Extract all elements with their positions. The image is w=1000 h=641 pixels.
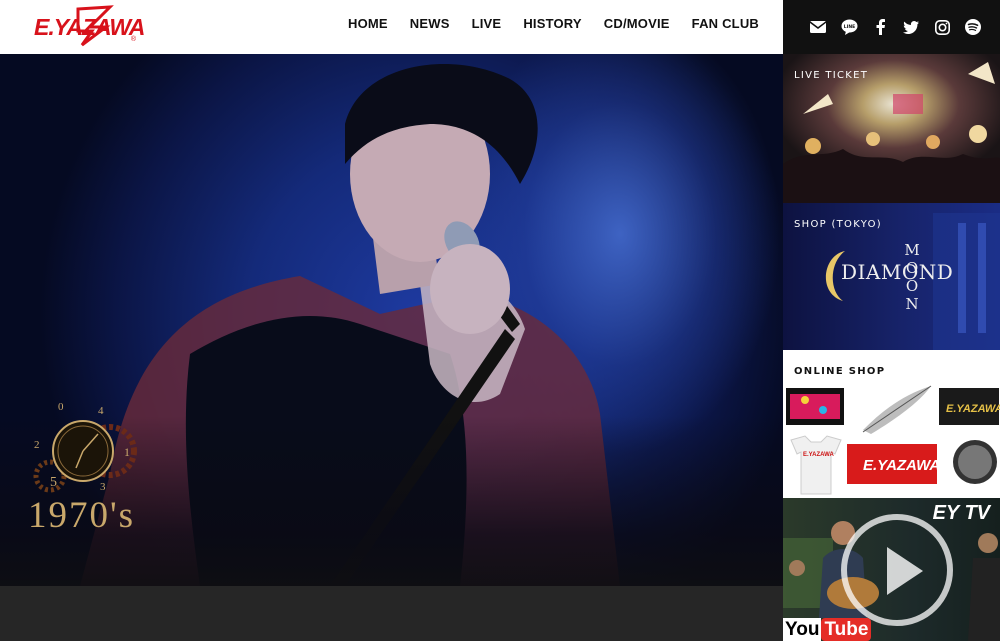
nav-history[interactable]: HISTORY xyxy=(523,16,581,31)
era-label: 1970's xyxy=(28,495,136,536)
clock-icon[interactable]: 0 1 2 3 4 5 xyxy=(28,396,148,506)
main-nav: HOME NEWS LIVE HISTORY CD/MOVIE FAN CLUB xyxy=(326,16,759,31)
hero-banner[interactable]: 0 1 2 3 4 5 1970's xyxy=(0,54,783,586)
live-ticket-label: LIVE TICKET xyxy=(794,70,869,81)
nav-news[interactable]: NEWS xyxy=(410,16,450,31)
clock-num-4: 4 xyxy=(98,405,104,417)
clock-num-3: 3 xyxy=(100,481,106,493)
clock-num-1: 1 xyxy=(124,445,130,459)
online-shop-panel[interactable]: ONLINE SHOP E.YAZAWA E.YAZAWA E.YAZAWA xyxy=(783,350,1000,498)
product-text-2: E.YAZAWA xyxy=(863,457,941,474)
line-icon[interactable]: LINE xyxy=(839,17,859,37)
mail-icon[interactable] xyxy=(808,17,828,37)
registered-mark: ® xyxy=(130,36,136,43)
diamond-logo-text: DIAMOND xyxy=(841,260,954,284)
youtube-you: You xyxy=(783,618,822,641)
youtube-logo: You Tube xyxy=(783,618,872,641)
moon-logo-text: MOON xyxy=(903,241,921,313)
facebook-icon[interactable] xyxy=(870,17,890,37)
merchandise-images xyxy=(786,385,999,495)
nav-home[interactable]: HOME xyxy=(348,16,388,31)
twitter-icon[interactable] xyxy=(901,17,921,37)
youtube-tube: Tube xyxy=(821,618,872,641)
play-button-icon[interactable] xyxy=(841,514,953,626)
nav-cd-movie[interactable]: CD/MOVIE xyxy=(604,16,670,31)
product-text-3: E.YAZAWA xyxy=(803,452,834,458)
instagram-icon[interactable] xyxy=(932,17,952,37)
nav-fan-club[interactable]: FAN CLUB xyxy=(692,16,759,31)
site-logo[interactable]: E.YAZAWA ® xyxy=(34,5,145,47)
footer-bar xyxy=(0,586,783,641)
svg-text:LINE: LINE xyxy=(843,24,854,30)
site-header: E.YAZAWA ® HOME NEWS LIVE HISTORY CD/MOV… xyxy=(0,0,783,54)
clock-num-5: 5 xyxy=(50,475,57,490)
live-ticket-panel[interactable]: LIVE TICKET xyxy=(783,54,1000,203)
ey-tv-panel[interactable]: EY TV You Tube xyxy=(783,498,1000,641)
spotify-icon[interactable] xyxy=(963,17,983,37)
ey-tv-label: EY TV xyxy=(932,502,990,524)
product-text-1: E.YAZAWA xyxy=(946,403,1000,415)
clock-num-0: 0 xyxy=(58,401,64,413)
shop-tokyo-panel[interactable]: SHOP (TOKYO) DIAMOND MOON xyxy=(783,203,1000,350)
social-bar: LINE xyxy=(783,0,1000,54)
nav-live[interactable]: LIVE xyxy=(472,16,502,31)
clock-num-2: 2 xyxy=(34,439,40,451)
logo-z-mark-icon xyxy=(76,5,114,47)
